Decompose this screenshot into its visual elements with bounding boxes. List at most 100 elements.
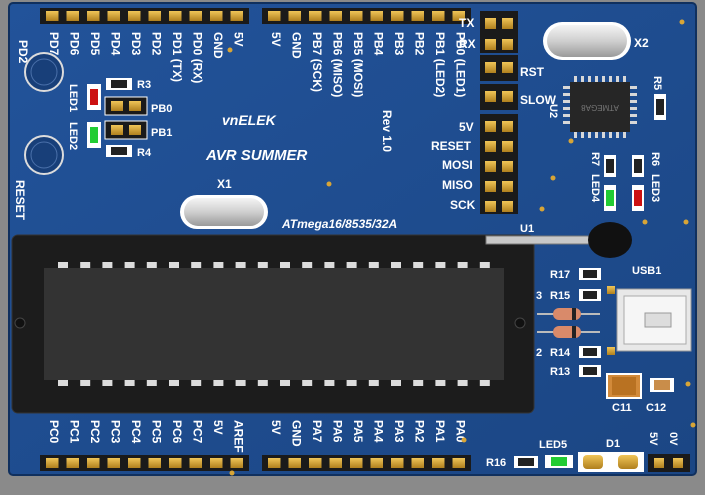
header-pin[interactable] bbox=[391, 458, 404, 468]
pin-label: PB6 (MISO) bbox=[331, 32, 345, 97]
chip-pin bbox=[368, 379, 379, 386]
header-pin[interactable] bbox=[148, 458, 162, 468]
pin-label: PB1 (LED2) bbox=[433, 32, 447, 97]
label-led1: LED1 bbox=[67, 84, 79, 112]
header-pin[interactable] bbox=[432, 11, 445, 21]
pd2-button[interactable] bbox=[24, 52, 64, 92]
pin-label: PA6 bbox=[331, 420, 345, 443]
header-pin[interactable] bbox=[485, 39, 496, 50]
pin-label: PD5 bbox=[88, 32, 102, 56]
header-pin[interactable] bbox=[210, 11, 223, 21]
reset-button[interactable] bbox=[24, 135, 64, 175]
header-pin[interactable] bbox=[169, 11, 182, 21]
header-pin[interactable] bbox=[370, 458, 384, 468]
pin-label: AREF bbox=[232, 420, 246, 453]
pin-label: PA7 bbox=[310, 420, 324, 443]
header-pin[interactable] bbox=[502, 91, 513, 102]
header-pin[interactable] bbox=[87, 11, 100, 21]
header-pin[interactable] bbox=[502, 121, 513, 132]
header-pin[interactable] bbox=[485, 18, 496, 29]
pin-label: PD0 (RX) bbox=[191, 32, 205, 83]
jumper-pb1[interactable] bbox=[104, 120, 148, 140]
usb-connector[interactable] bbox=[607, 286, 692, 355]
header-pin[interactable] bbox=[268, 458, 281, 468]
header-pin[interactable] bbox=[502, 62, 513, 73]
header-pin[interactable] bbox=[485, 161, 496, 172]
header-pin[interactable] bbox=[230, 11, 244, 21]
chip-pin bbox=[346, 262, 357, 269]
pin-label: PC0 bbox=[47, 420, 61, 444]
pin-label: PA5 bbox=[351, 420, 365, 443]
chip-pin bbox=[102, 379, 113, 386]
header-pin[interactable] bbox=[485, 62, 496, 73]
label-reset-isp: RESET bbox=[431, 139, 472, 153]
chip-pin bbox=[413, 262, 424, 269]
header-pin[interactable] bbox=[148, 11, 162, 21]
header-pin[interactable] bbox=[288, 458, 302, 468]
chip-pin bbox=[169, 379, 179, 386]
header-pin[interactable] bbox=[189, 11, 203, 21]
pin-label: PA2 bbox=[413, 420, 427, 443]
pin-label: PC7 bbox=[191, 420, 205, 444]
header-pin[interactable] bbox=[329, 11, 343, 21]
header-pin[interactable] bbox=[485, 141, 496, 152]
header-pin[interactable] bbox=[128, 11, 141, 21]
header-pin[interactable] bbox=[309, 11, 322, 21]
header-pin[interactable] bbox=[128, 458, 141, 468]
header-pin[interactable] bbox=[329, 458, 343, 468]
header-pin[interactable] bbox=[107, 458, 121, 468]
header-pin[interactable] bbox=[87, 458, 100, 468]
header-pin[interactable] bbox=[288, 11, 302, 21]
header-pin[interactable] bbox=[268, 11, 281, 21]
header-pin[interactable] bbox=[502, 39, 513, 50]
chip-pin bbox=[280, 262, 290, 269]
header-pin[interactable] bbox=[370, 11, 384, 21]
header-pin[interactable] bbox=[411, 11, 425, 21]
header-pin[interactable] bbox=[391, 11, 404, 21]
label-r6: R6 bbox=[649, 152, 661, 166]
jumper-pb0[interactable] bbox=[104, 96, 148, 116]
diode-d1 bbox=[578, 452, 644, 472]
header-pin[interactable] bbox=[452, 458, 466, 468]
header-pin[interactable] bbox=[502, 18, 513, 29]
header-pin[interactable] bbox=[485, 201, 496, 212]
header-pin[interactable] bbox=[350, 11, 363, 21]
header-pin[interactable] bbox=[502, 181, 513, 192]
header-pin[interactable] bbox=[411, 458, 425, 468]
header-pin[interactable] bbox=[502, 161, 513, 172]
header-pin[interactable] bbox=[189, 458, 203, 468]
pin-label: 5V bbox=[211, 420, 225, 435]
header-pin[interactable] bbox=[485, 91, 496, 102]
header-pin[interactable] bbox=[485, 181, 496, 192]
chip-pin bbox=[435, 262, 446, 269]
header-pin[interactable] bbox=[66, 11, 80, 21]
pin-label: PD4 bbox=[109, 32, 123, 56]
chip-pin bbox=[457, 379, 468, 386]
pin-label: PB5 (MOSI) bbox=[351, 32, 365, 97]
header-pin[interactable] bbox=[485, 121, 496, 132]
header-pin[interactable] bbox=[502, 141, 513, 152]
label-led3: LED3 bbox=[649, 174, 661, 202]
header-pin[interactable] bbox=[350, 458, 363, 468]
chip-pin bbox=[346, 379, 357, 386]
u2-marking: ATMEGA8 bbox=[581, 103, 619, 112]
header-pin[interactable] bbox=[169, 458, 182, 468]
chip-pin bbox=[213, 262, 224, 269]
header-pin[interactable] bbox=[432, 458, 445, 468]
label-tx: TX bbox=[459, 16, 474, 30]
header-pin[interactable] bbox=[46, 11, 59, 21]
header-pin[interactable] bbox=[107, 11, 121, 21]
header-pin[interactable] bbox=[46, 458, 59, 468]
label-0v-power: 0V bbox=[667, 432, 679, 446]
label-r4: R4 bbox=[137, 147, 152, 159]
pin-label: PD2 bbox=[150, 32, 164, 56]
header-pin[interactable] bbox=[502, 201, 513, 212]
header-pin[interactable] bbox=[66, 458, 80, 468]
pin-label: PD3 bbox=[129, 32, 143, 56]
header-pin[interactable] bbox=[309, 458, 322, 468]
label-x1: X1 bbox=[217, 177, 232, 191]
header-pin[interactable] bbox=[210, 458, 223, 468]
header-pin[interactable] bbox=[230, 458, 244, 468]
pin-label: PC4 bbox=[129, 420, 143, 444]
chip-pin bbox=[58, 379, 68, 386]
